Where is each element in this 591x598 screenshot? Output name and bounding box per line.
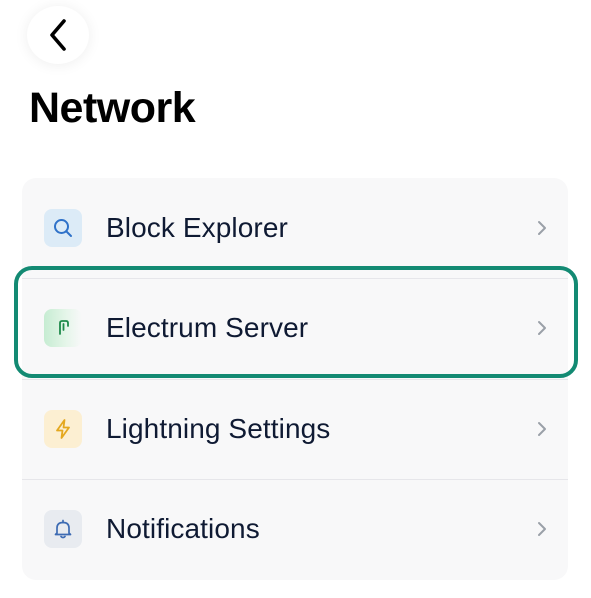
lightning-settings-row[interactable]: Lightning Settings [22,379,568,479]
electrum-server-row[interactable]: Electrum Server [22,278,568,378]
notifications-label: Notifications [106,513,260,544]
chevron-right-icon [538,422,546,436]
block-explorer-row[interactable]: Block Explorer [22,178,568,278]
row-divider [22,479,568,480]
row-divider [22,379,568,380]
back-button[interactable] [27,6,89,64]
search-icon [44,209,82,247]
lightning-icon [44,410,82,448]
chevron-right-icon [538,321,546,335]
bell-icon [44,510,82,548]
network-settings-screen: Network Block Explorer Electrum Server L… [0,0,591,598]
row-divider [22,278,568,279]
block-explorer-label: Block Explorer [106,212,288,243]
chevron-left-icon [50,19,66,51]
notifications-row[interactable]: Notifications [22,479,568,579]
server-icon [44,309,82,347]
electrum-server-label: Electrum Server [106,312,309,343]
page-title: Network [29,84,196,132]
chevron-right-icon [538,221,546,235]
lightning-settings-label: Lightning Settings [106,413,331,444]
settings-list: Block Explorer Electrum Server Lightning… [22,178,568,580]
chevron-right-icon [538,522,546,536]
